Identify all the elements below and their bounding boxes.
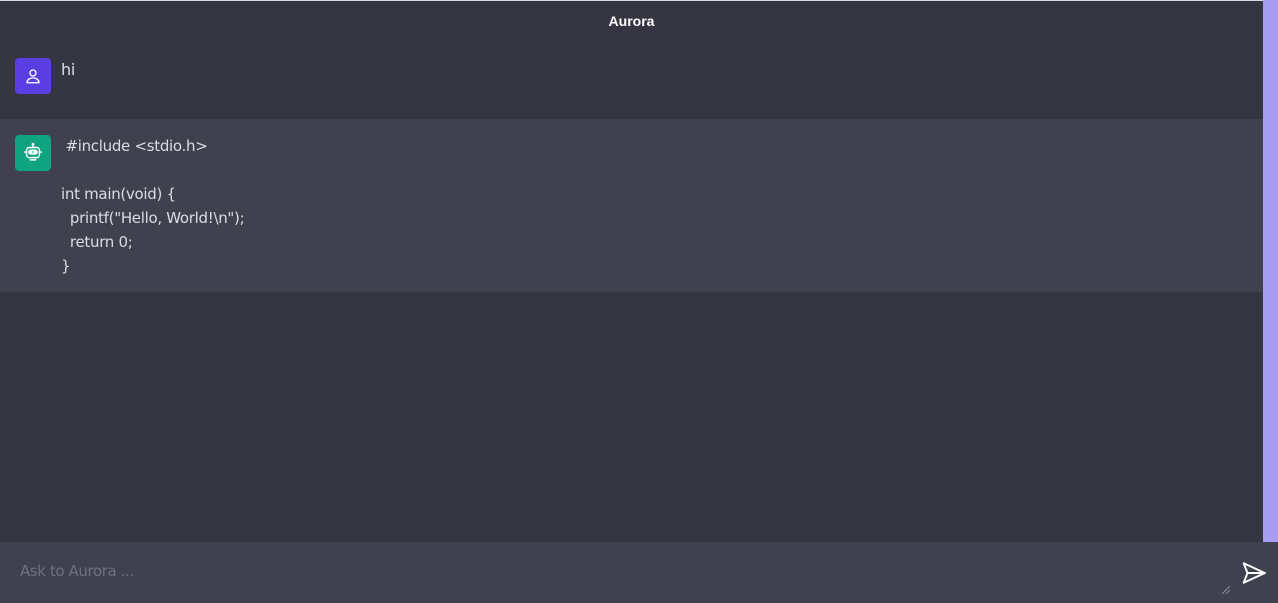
user-message-text: hi <box>61 60 75 79</box>
assistant-avatar <box>15 135 51 171</box>
robot-icon <box>24 142 42 161</box>
user-message: hi <box>0 46 1263 119</box>
app-title: Aurora <box>608 13 655 29</box>
composer <box>0 542 1278 603</box>
send-icon <box>1242 562 1266 584</box>
message-input[interactable] <box>8 550 1230 594</box>
chat-app: Aurora hi #include <stdio.h> int main(vo… <box>0 0 1278 603</box>
scrollbar[interactable] <box>1263 0 1278 542</box>
send-button[interactable] <box>1240 559 1268 587</box>
top-border <box>0 0 1278 1</box>
assistant-message: #include <stdio.h> int main(void) { prin… <box>0 119 1263 292</box>
resize-grip-icon[interactable] <box>1220 584 1230 594</box>
assistant-message-text: #include <stdio.h> int main(void) { prin… <box>61 137 245 275</box>
scrollbar-thumb[interactable] <box>1263 0 1278 542</box>
chat-area[interactable]: Aurora hi #include <stdio.h> int main(vo… <box>0 0 1263 542</box>
user-icon <box>26 69 40 84</box>
user-avatar <box>15 58 51 94</box>
